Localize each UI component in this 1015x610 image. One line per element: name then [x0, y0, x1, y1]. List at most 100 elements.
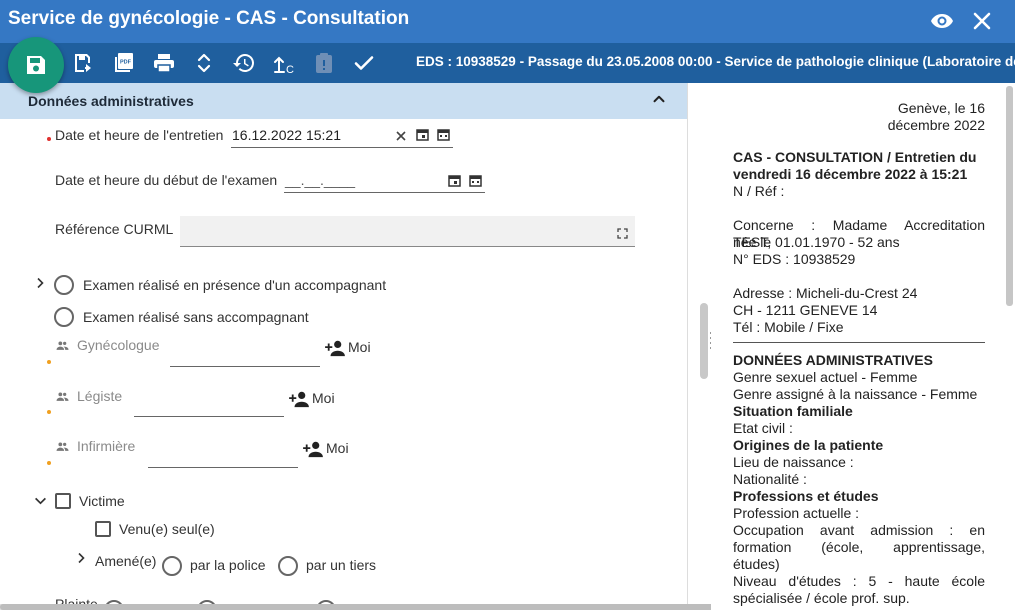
- report-occupation: Occupation avant admission : en: [733, 522, 985, 538]
- nurse-label: Infirmière: [77, 438, 136, 454]
- clipboard-icon: [312, 51, 336, 75]
- radio-by-police[interactable]: [162, 556, 182, 576]
- came-alone-label: Venu(e) seul(e): [119, 521, 215, 537]
- assign-me-nurse[interactable]: Moi: [326, 440, 349, 456]
- report-preview: Genève, le 16 décembre 2022 CAS - CONSUL…: [711, 83, 1015, 610]
- report-education: Niveau d'études : 5 - haute école: [733, 573, 985, 589]
- report-birthplace: Lieu de naissance :: [733, 454, 854, 470]
- form-pane: Données administratives Date et heure de…: [0, 83, 688, 610]
- save-as-icon[interactable]: [72, 51, 96, 75]
- gynecologist-label: Gynécologue: [77, 337, 160, 353]
- input-underline: [231, 147, 453, 148]
- upload-icon[interactable]: C: [272, 51, 296, 76]
- people-icon: [56, 440, 69, 458]
- calendar-icon[interactable]: [469, 174, 482, 192]
- radio-by-third[interactable]: [278, 556, 298, 576]
- calendar-icon[interactable]: [416, 128, 429, 146]
- report-professions-title: Professions et études: [733, 488, 879, 504]
- horizontal-scrollbar[interactable]: [0, 604, 810, 610]
- report-heading: CAS - CONSULTATION / Entretien du: [733, 149, 977, 165]
- report-place-date: Genève, le 16: [897, 100, 985, 116]
- chevron-up-icon[interactable]: [650, 90, 668, 113]
- report-admin-title: DONNÉES ADMINISTRATIVES: [733, 352, 933, 368]
- clear-icon[interactable]: [395, 129, 407, 147]
- report-profession: Profession actuelle :: [733, 505, 860, 521]
- section-title: Données administratives: [28, 93, 194, 109]
- vertical-scrollbar[interactable]: [1006, 86, 1013, 306]
- chevron-right-icon[interactable]: [34, 276, 46, 294]
- add-person-icon[interactable]: [288, 390, 310, 413]
- report-education-2: spécialisée / école prof. sup.: [733, 590, 910, 606]
- calendar-icon[interactable]: [437, 128, 450, 146]
- curml-input[interactable]: [180, 216, 635, 247]
- radio-accompanied-label: Examen réalisé en présence d'un accompag…: [83, 277, 387, 293]
- people-icon: [56, 390, 69, 408]
- expand-collapse-icon[interactable]: [192, 51, 216, 75]
- assign-me-legiste[interactable]: Moi: [312, 390, 335, 406]
- report-occupation-2: formation (école, apprentissage,: [733, 539, 985, 555]
- window-title: Service de gynécologie - CAS - Consultat…: [8, 8, 410, 29]
- validate-check-icon[interactable]: [352, 51, 376, 75]
- brought-label: Amené(e): [95, 553, 157, 569]
- report-place-date-2: décembre 2022: [887, 117, 985, 133]
- radio-by-police-label: par la police: [190, 557, 266, 573]
- report-eds: N° EDS : 10938529: [733, 251, 856, 267]
- toolbar: PDF C EDS : 10938529 - Passage du 23.05.…: [0, 43, 1015, 83]
- optional-marker: [47, 410, 51, 414]
- optional-marker: [47, 461, 51, 465]
- pdf-icon[interactable]: PDF: [112, 51, 136, 75]
- report-civil-status: Etat civil :: [733, 420, 793, 436]
- radio-alone[interactable]: [54, 307, 74, 327]
- eye-icon[interactable]: [930, 9, 954, 33]
- interview-date-input[interactable]: 16.12.2022 15:21: [232, 127, 341, 143]
- report-birth: née le 01.01.1970 - 52 ans: [733, 234, 900, 250]
- required-marker: [47, 137, 51, 141]
- report-city: CH - 1211 GENEVE 14: [733, 302, 878, 318]
- report-ref: N / Réf :: [733, 183, 785, 199]
- input-underline: [284, 192, 485, 193]
- eds-info-text: EDS : 10938529 - Passage du 23.05.2008 0…: [416, 54, 1015, 69]
- legiste-input[interactable]: [134, 416, 284, 417]
- save-button[interactable]: [8, 37, 64, 93]
- chevron-down-icon[interactable]: [34, 494, 47, 512]
- svg-text:C: C: [286, 64, 294, 75]
- radio-accompanied[interactable]: [54, 275, 74, 295]
- close-icon[interactable]: [970, 9, 994, 33]
- assign-me-gynecologist[interactable]: Moi: [348, 339, 371, 355]
- interview-date-label: Date et heure de l'entretien: [55, 127, 224, 143]
- optional-marker: [47, 360, 51, 364]
- history-icon[interactable]: [232, 51, 256, 75]
- legiste-label: Légiste: [77, 388, 123, 404]
- report-origins-title: Origines de la patiente: [733, 437, 884, 453]
- save-icon: [27, 56, 45, 74]
- add-person-icon[interactable]: [302, 440, 324, 463]
- section-header[interactable]: Données administratives: [0, 83, 687, 119]
- exam-date-input[interactable]: __.__.____: [285, 172, 355, 188]
- report-gender-current: Genre sexuel actuel - Femme: [733, 369, 918, 385]
- report-occupation-3: études): [733, 556, 780, 572]
- report-nationality: Nationalité :: [733, 471, 807, 487]
- people-icon: [56, 339, 69, 357]
- pane-splitter[interactable]: [700, 303, 708, 379]
- chevron-right-icon[interactable]: [75, 551, 87, 569]
- exam-date-label: Date et heure du début de l'examen: [55, 172, 278, 188]
- report-tel: Tél : Mobile / Fixe: [733, 319, 844, 335]
- gynecologist-input[interactable]: [170, 366, 320, 367]
- scrollbar-thumb[interactable]: [0, 604, 810, 610]
- curml-label: Référence CURML: [55, 221, 174, 237]
- victim-checkbox[interactable]: [55, 493, 71, 509]
- report-address: Adresse : Micheli-du-Crest 24: [733, 285, 918, 301]
- calendar-icon[interactable]: [448, 174, 461, 192]
- report-gender-birth: Genre assigné à la naissance - Femme: [733, 386, 978, 402]
- report-heading-2: vendredi 16 décembre 2022 à 15:21: [733, 166, 968, 182]
- came-alone-checkbox[interactable]: [95, 521, 111, 537]
- print-icon[interactable]: [152, 51, 176, 75]
- expand-field-icon[interactable]: [617, 226, 628, 244]
- svg-text:PDF: PDF: [120, 60, 132, 66]
- nurse-input[interactable]: [148, 467, 298, 468]
- add-person-icon[interactable]: [324, 339, 346, 362]
- radio-alone-label: Examen réalisé sans accompagnant: [83, 309, 309, 325]
- report-family-title: Situation familiale: [733, 403, 853, 419]
- radio-by-third-label: par un tiers: [306, 557, 377, 573]
- report-divider: [733, 342, 985, 343]
